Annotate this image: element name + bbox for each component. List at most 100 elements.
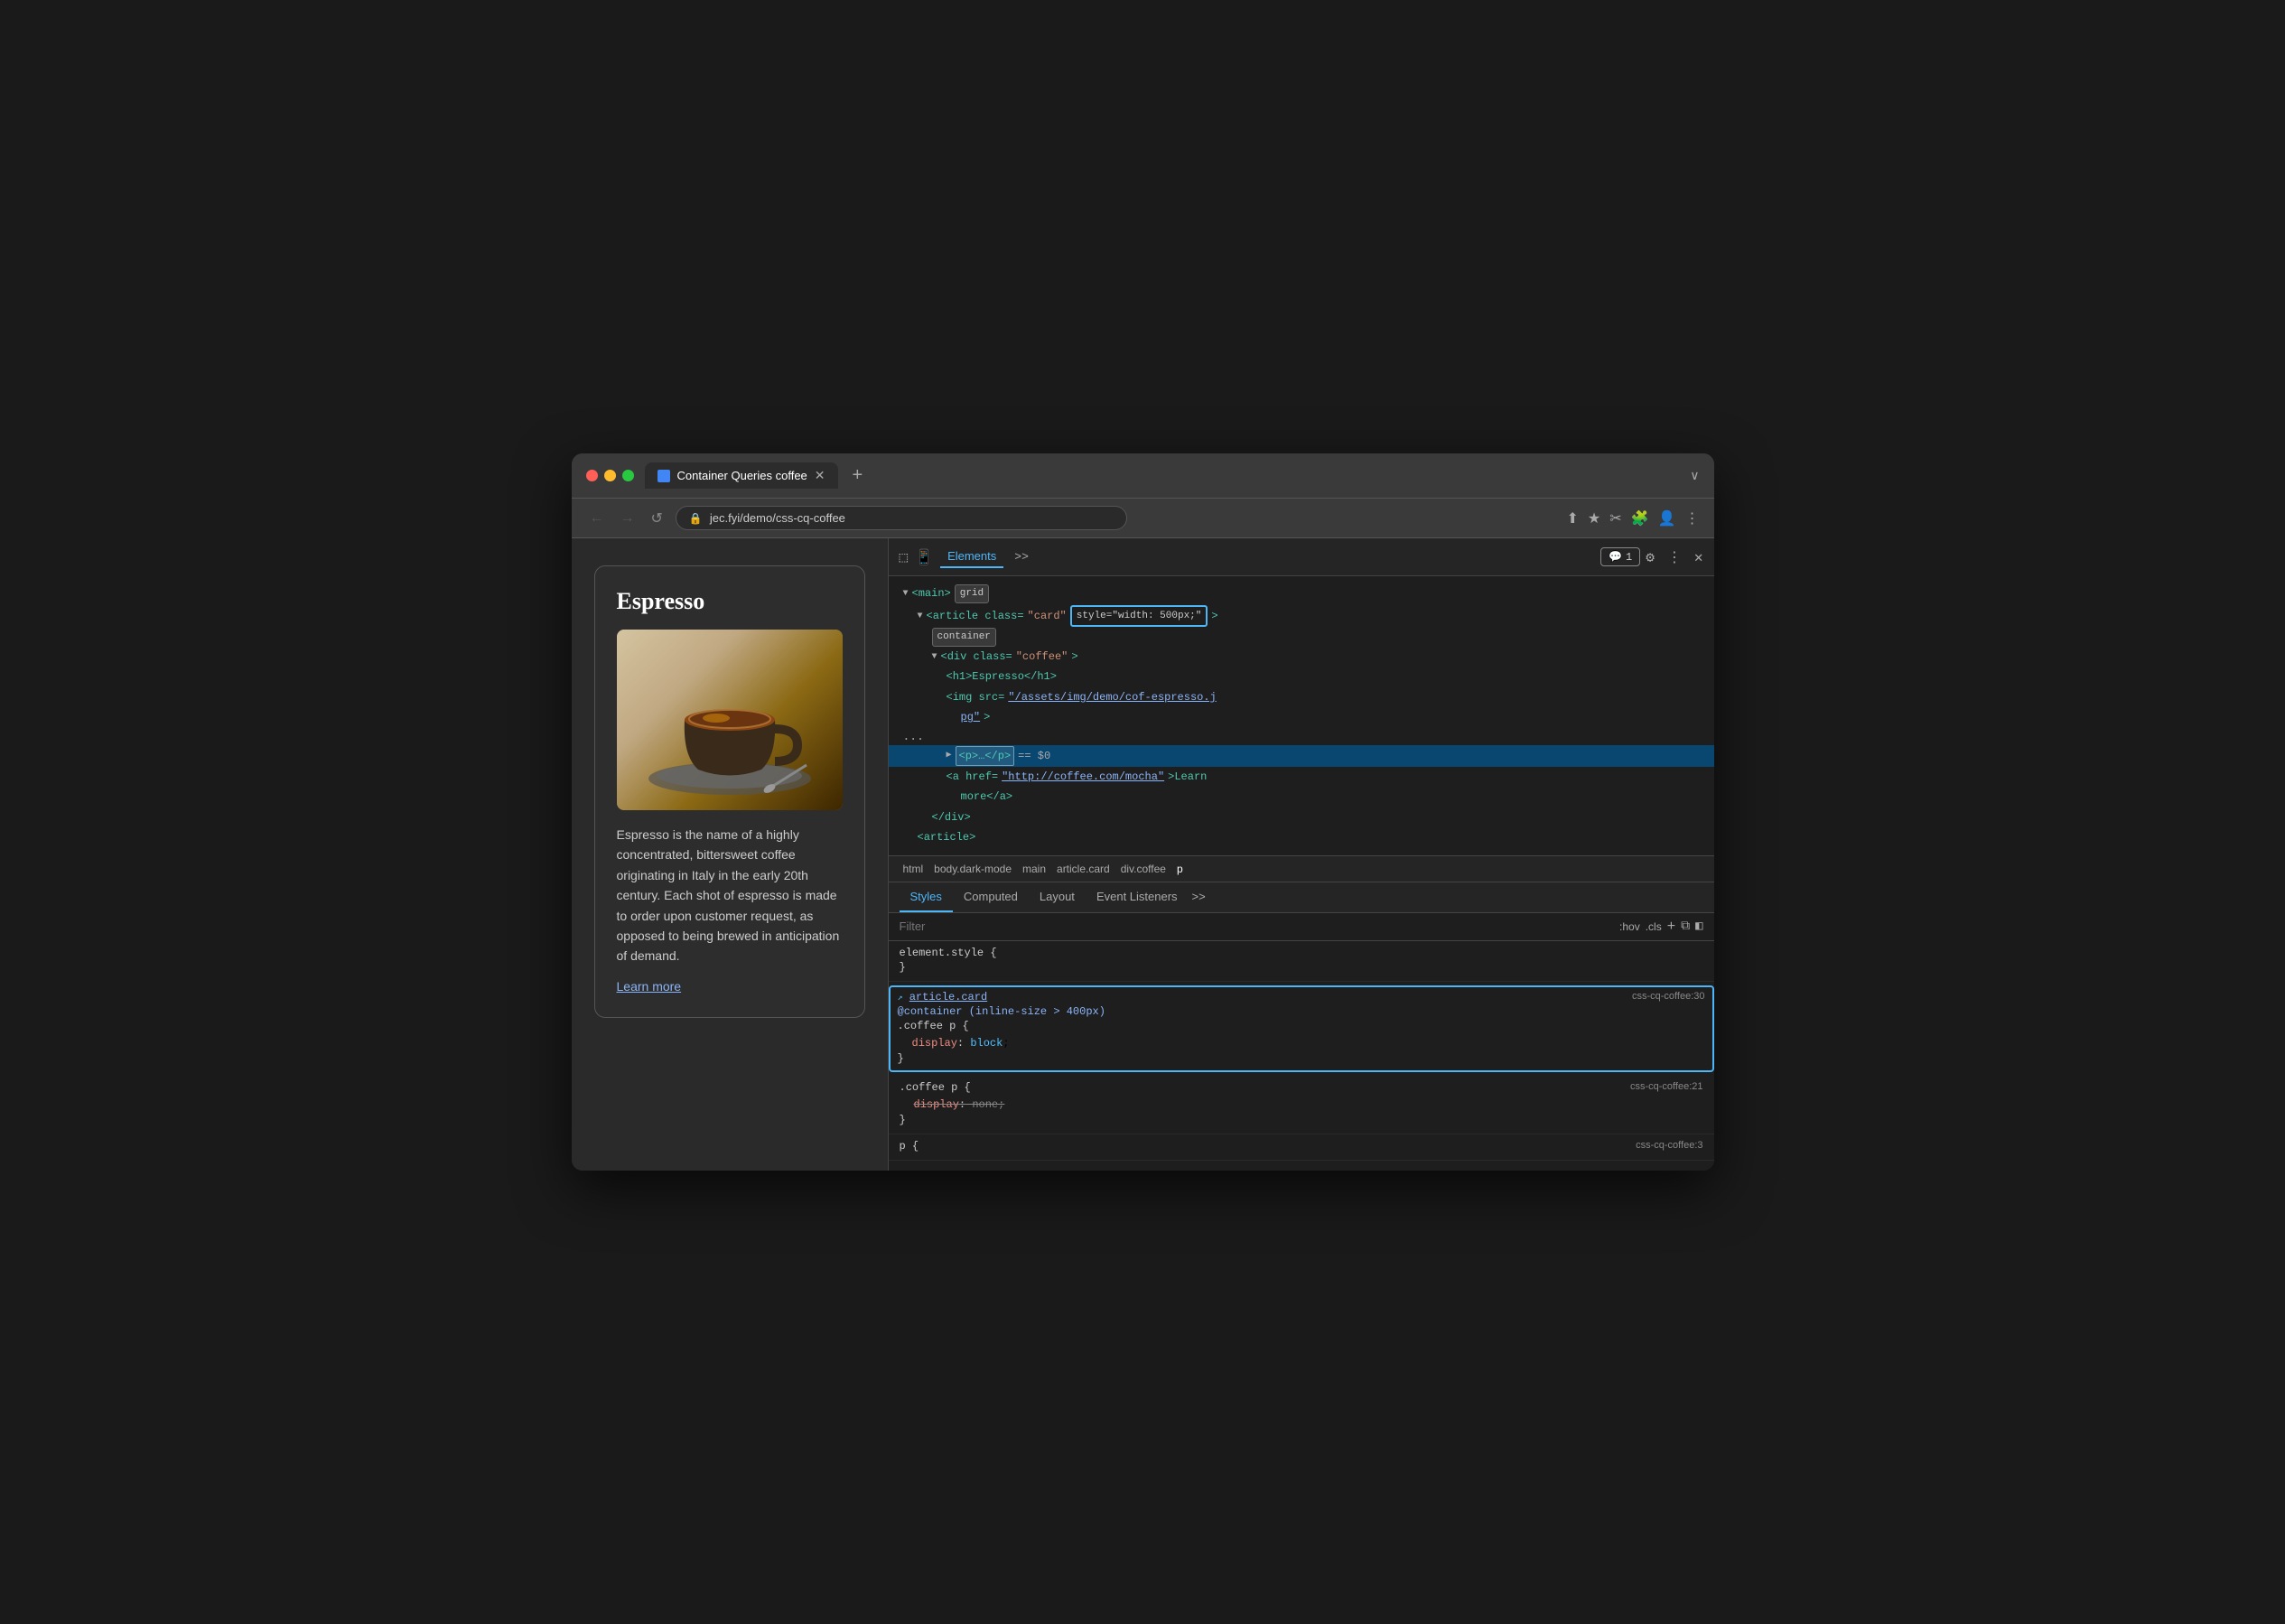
source-cq-30[interactable]: css-cq-coffee:30 [1632, 991, 1705, 1002]
source-cq-3[interactable]: css-cq-coffee:3 [1636, 1140, 1702, 1151]
dom-line-a-more: more</a> [889, 787, 1714, 807]
article-card-link[interactable]: article.card [909, 991, 987, 1003]
dom-tag-a-close: >Learn [1168, 768, 1207, 786]
dom-line-container-badge: container [889, 628, 1714, 647]
coffee-image-placeholder [617, 630, 843, 810]
container-badge[interactable]: container [932, 628, 996, 647]
lock-icon: 🔒 [689, 512, 703, 525]
style-block-coffee-p: css-cq-coffee:21 .coffee p { display: no… [889, 1076, 1714, 1134]
none-value: none; [965, 1098, 1004, 1111]
element-style-closing: } [900, 961, 1703, 974]
coffee-cup-svg [630, 639, 829, 801]
dom-line-a[interactable]: <a href="http://coffee.com/mocha">Learn [889, 767, 1714, 787]
more-style-tabs[interactable]: >> [1189, 882, 1209, 912]
filter-sidebar-icon[interactable]: ◧ [1695, 919, 1702, 934]
breadcrumb-html[interactable]: html [900, 861, 928, 877]
coffee-p-selector-2: .coffee p { [900, 1081, 1703, 1094]
chat-count: 1 [1626, 551, 1632, 564]
dom-tag-img: <img src= [947, 688, 1005, 706]
display-block-property: display: block; [898, 1034, 1705, 1052]
dom-close-div: > [1071, 648, 1077, 666]
display-name-2: display [914, 1098, 959, 1111]
container-link: ↗ article.card [898, 991, 1705, 1003]
minimize-traffic-light[interactable] [604, 470, 616, 481]
style-block-p: css-cq-coffee:3 p { [889, 1134, 1714, 1161]
dom-line-h1[interactable]: <h1>Espresso</h1> [889, 667, 1714, 686]
dom-ellipsis-line: ... [889, 728, 1714, 745]
tab-favicon [658, 470, 670, 482]
breadcrumb-bar: html body.dark-mode main article.card di… [889, 856, 1714, 882]
tab-styles[interactable]: Styles [900, 882, 953, 912]
tab-layout[interactable]: Layout [1029, 882, 1086, 912]
filter-cls[interactable]: .cls [1646, 920, 1662, 933]
browser-window: Container Queries coffee ✕ + ∨ ← → ↺ 🔒 j… [572, 453, 1714, 1171]
browser-menu-icon[interactable]: ⋮ [1685, 509, 1700, 527]
dom-line-img-continued: pg"> [889, 707, 1714, 727]
source-cq-21[interactable]: css-cq-coffee:21 [1630, 1081, 1703, 1092]
inspect-element-icon[interactable]: ⬚ [900, 548, 909, 566]
filter-add[interactable]: + [1667, 919, 1675, 935]
style-attr-badge[interactable]: style="width: 500px;" [1070, 605, 1208, 628]
browser-toolbar-right: ⬆ ★ ✂ 🧩 👤 ⋮ [1567, 509, 1700, 527]
breadcrumb-body[interactable]: body.dark-mode [930, 861, 1015, 877]
display-none-property: display: none; [900, 1096, 1703, 1114]
breadcrumb-p[interactable]: p [1173, 861, 1187, 877]
dom-img-src-link[interactable]: "/assets/img/demo/cof-espresso.j [1008, 688, 1216, 706]
window-menu-icon[interactable]: ∨ [1690, 468, 1699, 483]
display-name: display [912, 1037, 957, 1050]
tab-close-button[interactable]: ✕ [815, 468, 825, 483]
share-icon[interactable]: ⬆ [1567, 509, 1579, 527]
coffee-description: Espresso is the name of a highly concent… [617, 825, 843, 966]
breadcrumb-div[interactable]: div.coffee [1117, 861, 1170, 877]
devtools-menu-icon[interactable]: ⋮ [1667, 548, 1682, 566]
close-traffic-light[interactable] [586, 470, 598, 481]
triangle-icon-div: ▼ [932, 649, 937, 665]
device-toolbar-icon[interactable]: 📱 [915, 548, 933, 566]
ellipsis-dots: ... [903, 730, 924, 743]
fullscreen-traffic-light[interactable] [622, 470, 634, 481]
dom-close-img: > [984, 708, 990, 726]
styles-filter-bar: :hov .cls + ⧉ ◧ [889, 913, 1714, 941]
learn-more-link[interactable]: Learn more [617, 979, 682, 994]
dom-line-main[interactable]: ▼ <main> grid [889, 583, 1714, 604]
devtools-close-icon[interactable]: ✕ [1694, 548, 1703, 566]
filter-copy-icon[interactable]: ⧉ [1681, 919, 1690, 934]
profile-icon[interactable]: 👤 [1658, 509, 1676, 527]
styles-filter-input[interactable] [900, 919, 1613, 933]
devtools-settings-icon[interactable]: ⚙ [1646, 548, 1655, 566]
breadcrumb-main[interactable]: main [1019, 861, 1049, 877]
closing-brace-coffee: } [900, 1114, 1703, 1126]
chat-badge[interactable]: 💬 1 [1600, 547, 1640, 566]
filter-hov[interactable]: :hov [1619, 920, 1640, 933]
tab-title: Container Queries coffee [677, 469, 807, 482]
coffee-p-selector: .coffee p { [898, 1020, 1705, 1032]
bookmark-icon[interactable]: ★ [1588, 509, 1600, 527]
breadcrumb-article[interactable]: article.card [1053, 861, 1114, 877]
extension-icon[interactable]: ✂ [1609, 509, 1621, 527]
colon1: : [957, 1037, 970, 1050]
dom-inspector: ▼ <main> grid ▼ <article class="card" st… [889, 576, 1714, 856]
tab-computed[interactable]: Computed [953, 882, 1029, 912]
styles-tab-bar: Styles Computed Layout Event Listeners >… [889, 882, 1714, 913]
tab-event-listeners[interactable]: Event Listeners [1086, 882, 1189, 912]
reload-button[interactable]: ↺ [648, 508, 667, 529]
title-bar: Container Queries coffee ✕ + ∨ [572, 453, 1714, 499]
new-tab-button[interactable]: + [845, 465, 871, 486]
url-bar[interactable]: 🔒 jec.fyi/demo/css-cq-coffee [676, 506, 1127, 530]
triangle-icon-p: ▶ [947, 748, 952, 763]
dom-line-p[interactable]: ▶ <p>…</p> == $0 [889, 745, 1714, 767]
active-tab[interactable]: Container Queries coffee ✕ [645, 462, 838, 489]
dollar-eq: == $0 [1018, 747, 1050, 765]
extensions-icon[interactable]: 🧩 [1631, 509, 1649, 527]
dom-tag-main: <main> [912, 584, 951, 602]
more-tabs-icon[interactable]: >> [1014, 550, 1029, 564]
p-selector: p { [900, 1140, 1703, 1153]
dom-href-link[interactable]: "http://coffee.com/mocha" [1002, 768, 1164, 786]
back-button[interactable]: ← [586, 509, 608, 528]
tab-elements[interactable]: Elements [940, 546, 1003, 568]
grid-badge[interactable]: grid [955, 584, 989, 603]
forward-button[interactable]: → [617, 509, 639, 528]
dom-line-div-coffee[interactable]: ▼ <div class="coffee"> [889, 647, 1714, 667]
dom-line-article[interactable]: ▼ <article class="card" style="width: 50… [889, 604, 1714, 629]
dom-line-img[interactable]: <img src="/assets/img/demo/cof-espresso.… [889, 687, 1714, 707]
